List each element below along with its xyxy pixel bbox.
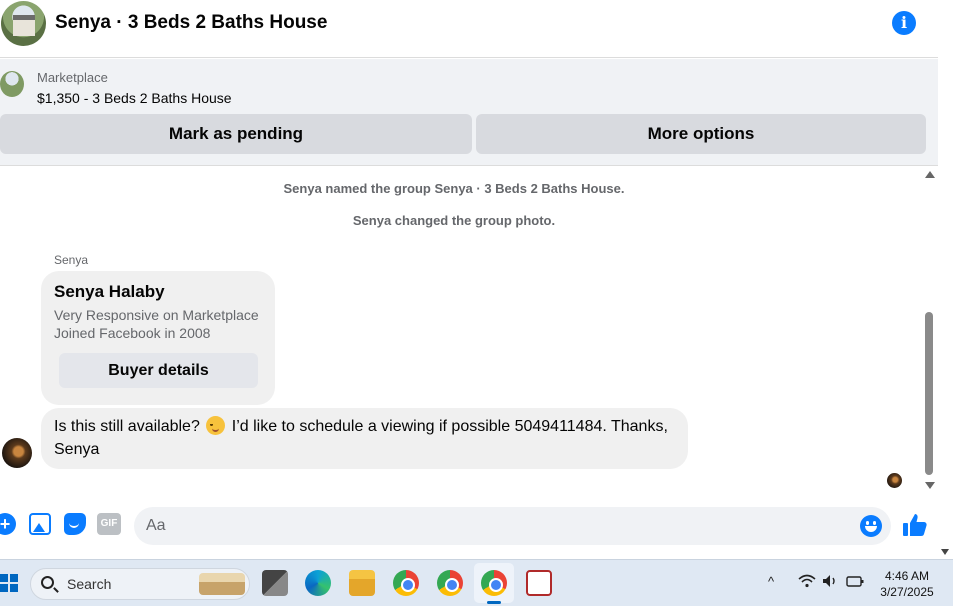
message-input[interactable] — [146, 515, 846, 537]
sender-avatar[interactable] — [2, 438, 32, 468]
scrollbar-thumb[interactable] — [925, 312, 933, 475]
chrome-icon[interactable] — [393, 570, 419, 596]
messenger-window: Senya · 3 Beds 2 Baths House i Marketpla… — [0, 0, 938, 559]
sticker-icon[interactable] — [64, 513, 86, 535]
message-composer: + GIF — [0, 500, 938, 552]
message-bubble[interactable]: Is this still available? I’d like to sch… — [41, 408, 688, 469]
listing-source: Marketplace — [37, 70, 108, 85]
chrome-profile-icon[interactable] — [437, 570, 463, 596]
buyer-joined: Joined Facebook in 2008 — [54, 325, 211, 341]
clock-time: 4:46 AM — [884, 569, 930, 583]
photo-icon[interactable] — [29, 513, 51, 535]
clock-date: 3/27/2025 — [880, 585, 934, 599]
thread-scrollbar[interactable] — [922, 169, 936, 489]
chat-header: Senya · 3 Beds 2 Baths House i — [0, 0, 938, 58]
smiling-face-emoji-icon — [206, 416, 226, 435]
listing-thumbnail[interactable] — [0, 71, 24, 97]
edge-browser-icon[interactable] — [305, 570, 331, 596]
more-options-button[interactable]: More options — [476, 114, 926, 154]
taskbar-search-label: Search — [67, 576, 112, 592]
battery-icon[interactable] — [846, 574, 864, 591]
chat-title[interactable]: Senya · 3 Beds 2 Baths House — [55, 12, 327, 34]
mark-as-pending-button[interactable]: Mark as pending — [0, 114, 472, 154]
wifi-icon[interactable] — [798, 574, 816, 591]
taskbar-search[interactable]: Search — [30, 568, 250, 600]
windows-start-icon[interactable] — [0, 574, 18, 592]
scroll-up-arrow-icon[interactable] — [925, 171, 935, 178]
scroll-down-arrow-icon[interactable] — [925, 482, 935, 489]
message-thread: Senya named the group Senya · 3 Beds 2 B… — [0, 167, 938, 497]
app-icon[interactable] — [526, 570, 552, 596]
page-scroll-down-icon[interactable] — [941, 549, 949, 555]
file-explorer-icon[interactable] — [349, 570, 375, 596]
listing-price-title[interactable]: $1,350 - 3 Beds 2 Baths House — [37, 90, 232, 106]
search-icon — [41, 576, 54, 589]
volume-icon[interactable] — [822, 574, 838, 591]
buyer-responsiveness: Very Responsive on Marketplace — [54, 307, 259, 323]
system-message: Senya named the group Senya · 3 Beds 2 B… — [283, 181, 625, 196]
thumbs-up-icon[interactable] — [902, 512, 928, 538]
read-receipt-avatar — [887, 473, 902, 488]
plus-icon[interactable]: + — [0, 513, 16, 535]
gif-icon[interactable]: GIF — [97, 513, 121, 535]
tray-overflow-icon[interactable]: ^ — [768, 574, 774, 589]
chrome-active-profile-icon[interactable] — [481, 570, 507, 596]
active-app-indicator — [487, 601, 501, 604]
sender-name: Senya — [54, 253, 89, 267]
info-icon[interactable]: i — [892, 11, 916, 35]
search-highlight-image — [199, 573, 245, 595]
message-input-box[interactable] — [134, 507, 891, 545]
task-view-icon[interactable] — [262, 570, 288, 596]
buyer-profile-card: Senya Halaby Very Responsive on Marketpl… — [41, 271, 275, 405]
buyer-name: Senya Halaby — [54, 282, 165, 301]
message-text-part: Is this still available? — [54, 418, 200, 435]
system-message: Senya changed the group photo. — [352, 213, 556, 228]
marketplace-listing-panel: Marketplace $1,350 - 3 Beds 2 Baths Hous… — [0, 59, 938, 166]
buyer-details-button[interactable]: Buyer details — [59, 353, 258, 388]
emoji-icon[interactable] — [860, 515, 882, 537]
group-avatar[interactable] — [1, 1, 46, 46]
system-clock[interactable]: 4:46 AM 3/27/2025 — [872, 568, 942, 600]
windows-taskbar: Search ^ 4:46 AM 3/27/2025 — [0, 559, 953, 606]
page-scrollbar[interactable] — [938, 0, 953, 559]
